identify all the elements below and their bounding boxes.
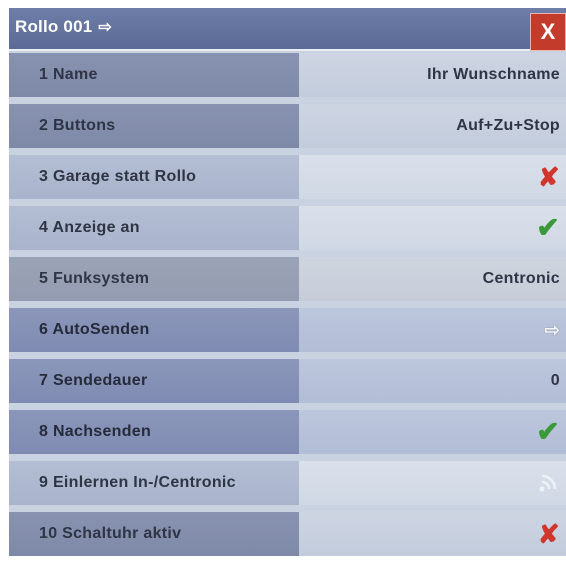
setting-value: Auf+Zu+Stop: [299, 104, 566, 148]
close-button[interactable]: X: [530, 13, 566, 51]
title-text: Rollo 001: [15, 17, 93, 36]
setting-label: 1 Name: [9, 53, 299, 97]
setting-label: 4 Anzeige an: [9, 206, 299, 250]
setting-label: 9 Einlernen In-/Centronic: [9, 461, 299, 505]
setting-row-radio-system[interactable]: 5 Funksystem Centronic: [9, 257, 566, 301]
setting-row-autosend[interactable]: 6 AutoSenden ⇨: [9, 308, 566, 352]
setting-label: 3 Garage statt Rollo: [9, 155, 299, 199]
setting-value: Ihr Wunschname: [299, 53, 566, 97]
settings-list: 1 Name Ihr Wunschname 2 Buttons Auf+Zu+S…: [9, 53, 566, 563]
setting-row-learn-in[interactable]: 9 Einlernen In-/Centronic: [9, 461, 566, 505]
settings-screen: Rollo 001 ⇨ X 1 Name Ihr Wunschname 2 But…: [9, 8, 566, 556]
setting-label: 5 Funksystem: [9, 257, 299, 301]
cross-icon: ✘: [537, 162, 560, 192]
setting-value: 0: [299, 359, 566, 403]
arrow-right-icon: ⇨: [544, 319, 560, 340]
title-bar: Rollo 001 ⇨ X: [9, 8, 566, 51]
setting-label: 6 AutoSenden: [9, 308, 299, 352]
setting-label: 7 Sendedauer: [9, 359, 299, 403]
setting-row-timer-active[interactable]: 10 Schaltuhr aktiv ✘: [9, 512, 566, 556]
setting-label: 10 Schaltuhr aktiv: [9, 512, 299, 556]
check-icon: ✔: [536, 416, 560, 447]
signal-icon: [538, 473, 560, 493]
setting-row-resend[interactable]: 8 Nachsenden ✔: [9, 410, 566, 454]
title-arrow-icon: ⇨: [98, 19, 112, 36]
check-icon: ✔: [536, 212, 560, 243]
setting-label: 8 Nachsenden: [9, 410, 299, 454]
setting-row-name[interactable]: 1 Name Ihr Wunschname: [9, 53, 566, 97]
cross-icon: ✘: [537, 519, 560, 549]
setting-row-send-duration[interactable]: 7 Sendedauer 0: [9, 359, 566, 403]
setting-label: 2 Buttons: [9, 104, 299, 148]
setting-row-garage[interactable]: 3 Garage statt Rollo ✘: [9, 155, 566, 199]
setting-row-buttons[interactable]: 2 Buttons Auf+Zu+Stop: [9, 104, 566, 148]
window-title: Rollo 001 ⇨: [15, 17, 112, 37]
setting-row-display[interactable]: 4 Anzeige an ✔: [9, 206, 566, 250]
setting-value: Centronic: [299, 257, 566, 301]
